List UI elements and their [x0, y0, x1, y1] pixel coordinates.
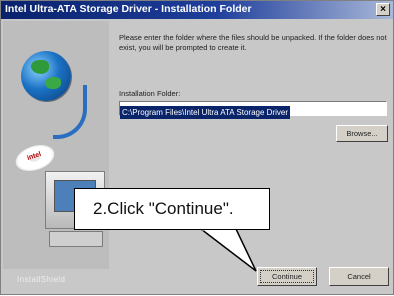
callout-text: 2.Click "Continue". [93, 199, 234, 218]
brand-watermark: InstallShield [17, 275, 66, 284]
browse-button[interactable]: Browse... [336, 125, 388, 142]
instructions-text: Please enter the folder where the files … [119, 33, 387, 52]
title-bar[interactable]: Intel Ultra-ATA Storage Driver - Install… [1, 1, 393, 19]
instruction-callout: 2.Click "Continue". [74, 188, 270, 230]
cancel-button[interactable]: Cancel [329, 267, 389, 286]
window-title: Intel Ultra-ATA Storage Driver - Install… [5, 3, 252, 15]
close-button[interactable]: × [376, 3, 390, 16]
installer-dialog: Intel Ultra-ATA Storage Driver - Install… [0, 0, 394, 295]
continue-button[interactable]: Continue [257, 267, 317, 286]
curved-arrow-icon [53, 85, 87, 139]
installation-folder-label: Installation Folder: [119, 89, 181, 98]
installer-art-panel: intel InstallShield [3, 21, 109, 284]
installation-folder-input[interactable]: C:\Program Files\Intel Ultra ATA Storage… [119, 101, 387, 119]
computer-base-icon [49, 231, 103, 247]
folder-path-value: C:\Program Files\Intel Ultra ATA Storage… [120, 106, 290, 119]
